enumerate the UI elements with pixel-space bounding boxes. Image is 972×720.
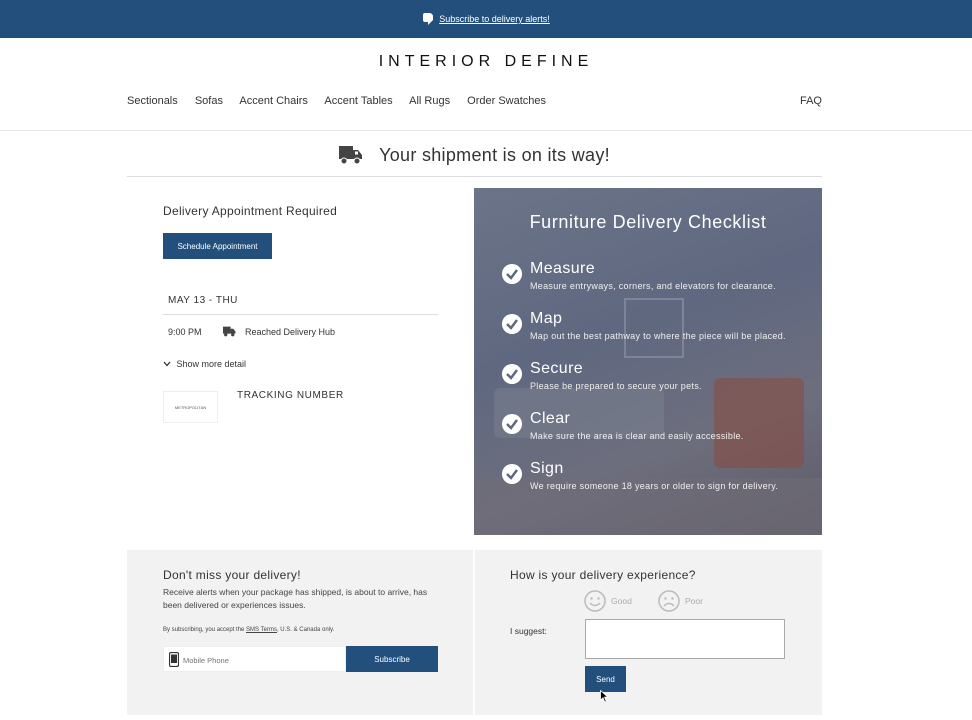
checklist-item-desc: Map out the best pathway to where the pi… (530, 331, 786, 341)
checklist-item-sign: Sign We require someone 18 years or olde… (502, 460, 812, 500)
rating-good-label: Good (611, 596, 632, 606)
carrier-logo: METROPOLITAN (163, 391, 218, 423)
nav-item-sectionals[interactable]: Sectionals (127, 95, 178, 107)
delivery-panel: Delivery Appointment Required Schedule A… (163, 188, 438, 423)
event-time: 9:00 PM (168, 327, 202, 337)
terms-prefix: By subscribing, you accept the (163, 627, 247, 633)
rating-good[interactable]: Good (584, 590, 644, 612)
subscribe-button[interactable]: Subscribe (346, 646, 438, 672)
alerts-description: Receive alerts when your package has shi… (163, 587, 428, 610)
header-divider (0, 130, 972, 131)
phone-field-wrapper (163, 646, 346, 672)
nav-item-sofas[interactable]: Sofas (195, 95, 223, 107)
alerts-terms: By subscribing, you accept the SMS Terms… (163, 627, 334, 633)
checkmark-icon (502, 464, 522, 484)
checkmark-icon (502, 414, 522, 434)
mobile-phone-icon (169, 652, 179, 667)
delivery-heading: Delivery Appointment Required (163, 204, 338, 218)
checklist-item-measure: Measure Measure entryways, corners, and … (502, 260, 812, 300)
nav-item-accent-tables[interactable]: Accent Tables (324, 95, 392, 107)
sms-terms-link[interactable]: SMS Terms (246, 627, 277, 633)
rating-poor[interactable]: Poor (658, 590, 718, 612)
checklist-item-desc: Make sure the area is clear and easily a… (530, 431, 744, 441)
suggestion-textarea[interactable] (585, 619, 785, 659)
mobile-phone-input[interactable] (183, 651, 343, 669)
bell-icon (423, 13, 434, 25)
title-divider (127, 176, 822, 177)
bottom-panel: Don't miss your delivery! Receive alerts… (127, 550, 822, 715)
alerts-title: Don't miss your delivery! (163, 568, 301, 582)
feedback-title: How is your delivery experience? (510, 568, 696, 582)
rating-poor-label: Poor (685, 596, 703, 606)
checklist-item-map: Map Map out the best pathway to where th… (502, 310, 812, 350)
frown-icon (658, 590, 680, 612)
suggest-label: I suggest: (510, 626, 547, 636)
delivery-checklist: Furniture Delivery Checklist Measure Mea… (474, 188, 822, 535)
shipment-header: Your shipment is on its way! (127, 140, 822, 170)
tracking-event: 9:00 PM Reached Delivery Hub (168, 326, 438, 340)
nav-item-all-rugs[interactable]: All Rugs (409, 95, 450, 107)
show-more-toggle[interactable]: Show more detail (163, 359, 246, 369)
event-label: Reached Delivery Hub (245, 327, 336, 337)
smiley-icon (584, 590, 606, 612)
main-nav: Sectionals Sofas Accent Chairs Accent Ta… (127, 95, 822, 109)
nav-item-accent-chairs[interactable]: Accent Chairs (239, 95, 307, 107)
checklist-item-desc: We require someone 18 years or older to … (530, 481, 779, 491)
checklist-item-secure: Secure Please be prepared to secure your… (502, 360, 812, 400)
checklist-title: Furniture Delivery Checklist (529, 212, 767, 232)
chevron-down-icon (163, 361, 171, 367)
checklist-item-desc: Please be prepared to secure your pets. (530, 381, 702, 391)
date-divider (163, 314, 438, 315)
brand-logo[interactable]: INTERIOR DEFINE (0, 53, 972, 71)
checklist-item-clear: Clear Make sure the area is clear and ea… (502, 410, 812, 450)
checkmark-icon (502, 364, 522, 384)
checklist-item-title: Sign (530, 460, 564, 477)
checklist-item-title: Clear (530, 410, 571, 427)
panel-divider (473, 550, 475, 715)
alert-banner: Subscribe to delivery alerts! (0, 0, 972, 38)
checklist-item-desc: Measure entryways, corners, and elevator… (530, 281, 776, 291)
event-date: MAY 13 - THU (168, 295, 238, 306)
checkmark-icon (502, 264, 522, 284)
truck-icon (339, 146, 363, 165)
checkmark-icon (502, 314, 522, 334)
show-more-label: Show more detail (176, 359, 247, 369)
truck-icon (223, 326, 236, 337)
mouse-cursor-icon (600, 690, 609, 703)
checklist-item-title: Map (530, 310, 563, 327)
subscribe-alerts-link[interactable]: Subscribe to delivery alerts! (439, 14, 550, 24)
carrier-logo-text: METROPOLITAN (174, 404, 207, 410)
tracking-number-label: TRACKING NUMBER (237, 390, 344, 401)
terms-suffix: , U.S. & Canada only. (276, 627, 335, 633)
checklist-item-title: Secure (530, 360, 584, 377)
checklist-item-title: Measure (530, 260, 596, 277)
nav-item-faq[interactable]: FAQ (800, 95, 822, 107)
nav-item-order-swatches[interactable]: Order Swatches (467, 95, 546, 107)
schedule-appointment-button[interactable]: Schedule Appointment (163, 233, 272, 259)
send-button[interactable]: Send (585, 666, 626, 692)
shipment-title: Your shipment is on its way! (379, 144, 610, 165)
